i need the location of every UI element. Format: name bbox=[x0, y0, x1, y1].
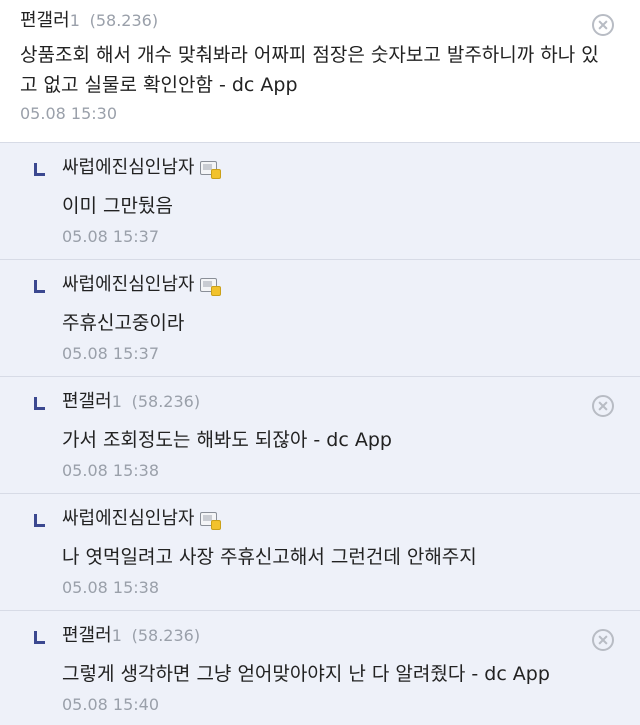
reply-item: 편갤러1 (58.236) 그렇게 생각하면 그냥 얻어맞아야지 난 다 알려줬… bbox=[0, 611, 640, 725]
author-ip: (58.236) bbox=[131, 626, 201, 645]
delete-reply-icon[interactable] bbox=[592, 629, 614, 651]
author-ip: (58.236) bbox=[89, 11, 159, 30]
reply-item: 싸럽에진심인남자 주휴신고중이라 05.08 15:37 bbox=[0, 260, 640, 377]
author-mark: 1 bbox=[111, 626, 122, 645]
author-nickname[interactable]: 편갤러 bbox=[20, 10, 70, 31]
reply-arrow-icon bbox=[34, 163, 45, 176]
reply-text: 가서 조회정도는 해봐도 되잖아 - dc App bbox=[62, 429, 392, 451]
reply-header: 편갤러1 (58.236) bbox=[62, 389, 620, 415]
comment-item: 편갤러1 (58.236) 상품조회 해서 개수 맞춰봐라 어짜피 점장은 숫자… bbox=[0, 0, 640, 143]
reply-item: 싸럽에진심인남자 이미 그만뒀음 05.08 15:37 bbox=[0, 143, 640, 260]
gallog-icon[interactable] bbox=[200, 161, 222, 179]
reply-arrow-icon bbox=[34, 280, 45, 293]
reply-item: 편갤러1 (58.236) 가서 조회정도는 해봐도 되잖아 - dc App … bbox=[0, 377, 640, 494]
comment-date: 05.08 15:30 bbox=[20, 104, 117, 123]
reply-date: 05.08 15:38 bbox=[62, 461, 159, 480]
reply-item: 싸럽에진심인남자 나 엿먹일려고 사장 주휴신고해서 그런건데 안해주지 05.… bbox=[0, 494, 640, 611]
reply-header: 싸럽에진심인남자 bbox=[62, 272, 620, 298]
reply-text: 이미 그만뒀음 bbox=[62, 195, 173, 217]
reply-date: 05.08 15:37 bbox=[62, 227, 159, 246]
reply-arrow-icon bbox=[34, 631, 45, 644]
gallog-icon[interactable] bbox=[200, 512, 222, 530]
comment-text: 상품조회 해서 개수 맞춰봐라 어짜피 점장은 숫자보고 발주하니까 하나 있고… bbox=[20, 44, 599, 96]
delete-reply-icon[interactable] bbox=[592, 395, 614, 417]
reply-arrow-icon bbox=[34, 397, 45, 410]
gallog-icon[interactable] bbox=[200, 278, 222, 296]
author-ip: (58.236) bbox=[131, 392, 201, 411]
reply-text: 나 엿먹일려고 사장 주휴신고해서 그런건데 안해주지 bbox=[62, 546, 477, 568]
author-nickname[interactable]: 편갤러 bbox=[62, 625, 112, 646]
reply-header: 싸럽에진심인남자 bbox=[62, 506, 620, 532]
author-mark: 1 bbox=[69, 11, 80, 30]
author-nickname[interactable]: 편갤러 bbox=[62, 391, 112, 412]
author-nickname[interactable]: 싸럽에진심인남자 bbox=[62, 508, 194, 529]
reply-header: 싸럽에진심인남자 bbox=[62, 155, 620, 181]
reply-header: 편갤러1 (58.236) bbox=[62, 623, 620, 649]
author-mark: 1 bbox=[111, 392, 122, 411]
author-nickname[interactable]: 싸럽에진심인남자 bbox=[62, 274, 194, 295]
author-nickname[interactable]: 싸럽에진심인남자 bbox=[62, 157, 194, 178]
reply-text: 주휴신고중이라 bbox=[62, 312, 185, 334]
delete-comment-icon[interactable] bbox=[592, 14, 614, 36]
reply-text: 그렇게 생각하면 그냥 얻어맞아야지 난 다 알려줬다 - dc App bbox=[62, 663, 550, 685]
comment-header: 편갤러1 (58.236) bbox=[20, 8, 620, 34]
reply-date: 05.08 15:37 bbox=[62, 344, 159, 363]
reply-arrow-icon bbox=[34, 514, 45, 527]
reply-date: 05.08 15:38 bbox=[62, 578, 159, 597]
reply-date: 05.08 15:40 bbox=[62, 695, 159, 714]
